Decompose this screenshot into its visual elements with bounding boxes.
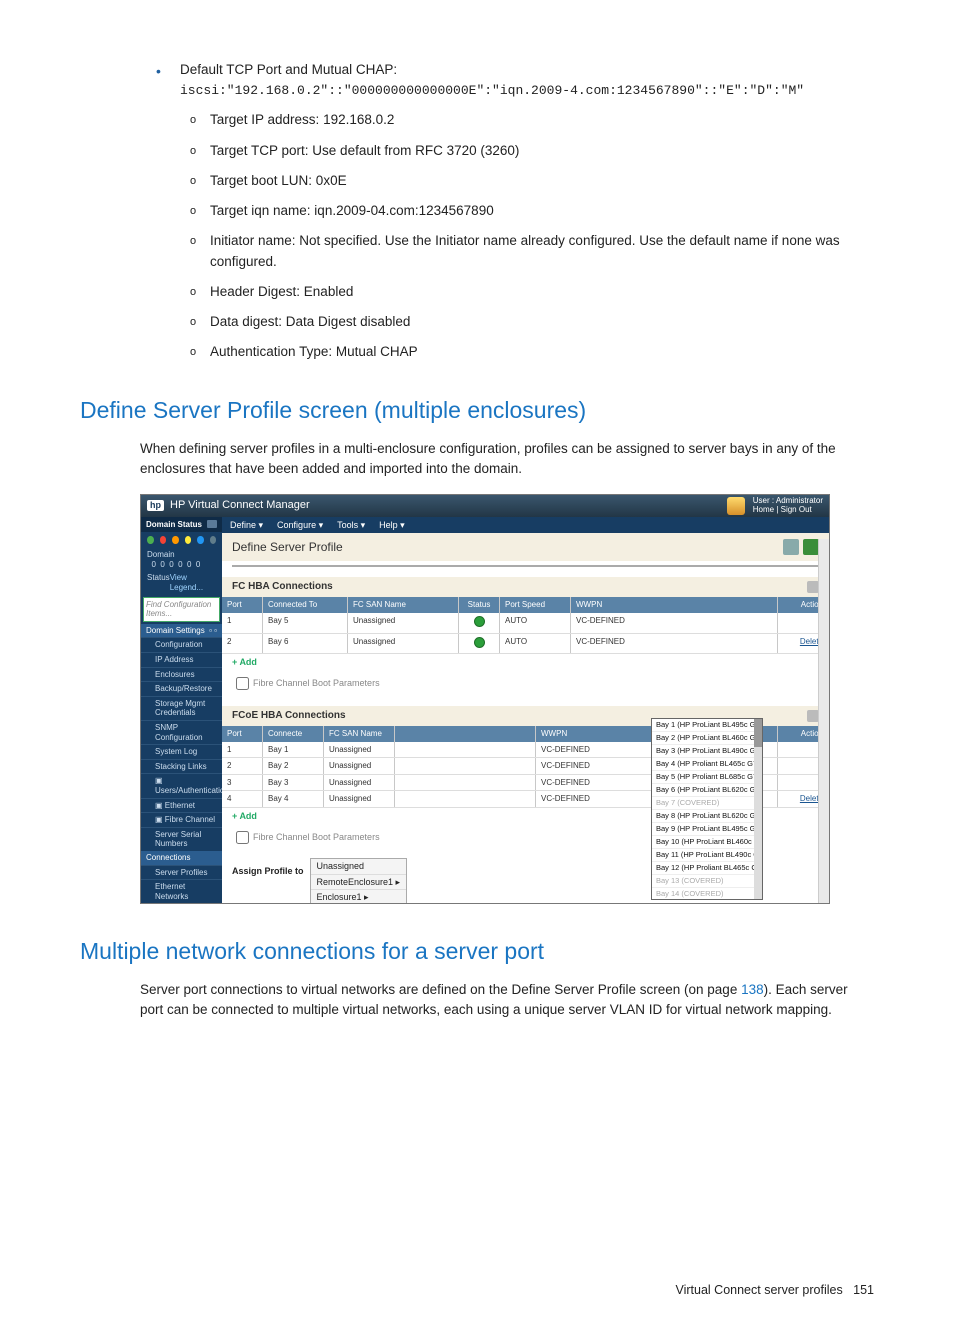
menu-item[interactable]: Tools ▾ [337,520,365,531]
fc-hba-header[interactable]: FC HBA Connections [222,577,829,597]
main-scrollbar[interactable] [818,539,829,903]
view-legend-link[interactable]: View Legend... [170,573,216,592]
status-icons-row [141,532,222,548]
hp-logo-icon: hp [147,500,164,511]
page-title: Define Server Profile [232,540,343,554]
main-content: Define ▾ Configure ▾ Tools ▾ Help ▾ Define … [222,517,829,903]
bay-option[interactable]: Bay 4 (HP Proliant BL465c G7) [652,758,762,771]
bullet-main: Default TCP Port and Mutual CHAP: [140,60,874,80]
sub-bullet: Initiator name: Not specified. Use the I… [180,231,874,272]
bay-option: Bay 13 (COVERED) [652,875,762,888]
sidebar-item[interactable]: Stacking Links [141,759,222,774]
sub-bullet: Data digest: Data Digest disabled [180,312,874,332]
sub-bullet: Target IP address: 192.168.0.2 [180,110,874,130]
fc-hba-table: Port Connected To FC SAN Name Status Por… [222,597,829,696]
page-link-138[interactable]: 138 [741,982,764,997]
sidebar-fibre[interactable]: ▣ Fibre Channel [141,812,222,827]
domain-label: Domain 0 0 0 0 0 0 [141,548,222,571]
bay-option[interactable]: Bay 1 (HP ProLiant BL495c G5) [652,719,762,732]
app-titlebar: hp HP Virtual Connect Manager User : Adm… [141,495,829,517]
sub-bullet: Header Digest: Enabled [180,282,874,302]
print-icon[interactable] [783,539,799,555]
sub-bullet: Authentication Type: Mutual CHAP [180,342,874,362]
bay-option[interactable]: Bay 12 (HP Proliant BL465c G7) [652,862,762,875]
sidebar-item[interactable]: System Log [141,744,222,759]
sidebar-item[interactable]: SNMP Configuration [141,720,222,744]
status-label: StatusView Legend... [141,571,222,594]
sidebar-item[interactable]: Storage Mgmt Credentials [141,696,222,720]
assign-option[interactable]: RemoteEnclosure1 ▸ [311,875,407,891]
menubar[interactable]: Define ▾ Configure ▾ Tools ▾ Help ▾ [222,517,829,534]
paragraph-b: Server port connections to virtual netwo… [140,980,874,1021]
minimize-icon[interactable] [207,520,217,528]
menu-item[interactable]: Help ▾ [379,520,405,531]
page-footer: Virtual Connect server profiles 151 [80,1281,874,1300]
status-ok-icon [474,616,485,627]
profile-name-input[interactable] [232,565,819,567]
bay-option: Bay 7 (COVERED) [652,797,762,810]
bay-option[interactable]: Bay 2 (HP ProLiant BL460c G6) [652,732,762,745]
bay-option[interactable]: Bay 9 (HP ProLiant BL495c G5) [652,823,762,836]
bay-option[interactable]: Bay 3 (HP ProLiant BL490c G7) [652,745,762,758]
bay-option: Bay 14 (COVERED) [652,888,762,900]
menu-item[interactable]: Define ▾ [230,520,263,531]
sidebar-item[interactable]: IP Address [141,652,222,667]
sidebar-users-auth[interactable]: ▣ Users/Authentication [141,773,222,797]
sidebar-connections-header[interactable]: Connections [141,851,222,865]
table-row[interactable]: 1Bay 5UnassignedAUTOVC-DEFINED [222,613,829,634]
search-input[interactable]: Find Configuration Items... [143,597,220,622]
sidebar-serials[interactable]: Server Serial Numbers [141,827,222,851]
sidebar-item[interactable]: Ethernet Networks [141,879,222,903]
bay-option[interactable]: Bay 10 (HP ProLiant BL460c G6) [652,836,762,849]
sidebar-domain-settings-header[interactable]: Domain Settings▫ ▫ [141,624,222,638]
sidebar-item[interactable]: Configuration [141,637,222,652]
assign-option[interactable]: Enclosure1 ▸ [311,890,407,903]
screenshot-vc-manager: hp HP Virtual Connect Manager User : Adm… [140,494,830,904]
paragraph-a: When defining server profiles in a multi… [140,439,874,480]
scrollbar-thumb[interactable] [754,719,762,747]
heading-multiple-network: Multiple network connections for a serve… [80,934,874,969]
sidebar-domain-status-header[interactable]: Domain Status [141,517,222,533]
assign-option[interactable]: Unassigned [311,859,407,875]
menu-item[interactable]: Configure ▾ [277,520,323,531]
heading-define-server-profile: Define Server Profile screen (multiple e… [80,393,874,428]
sidebar: Domain Status Domain 0 0 0 0 0 0 StatusV… [141,517,222,903]
badge-icon [727,497,745,515]
assign-profile-dropdown[interactable]: UnassignedRemoteEnclosure1 ▸Enclosure1 ▸… [310,858,408,904]
help-icon[interactable] [803,539,819,555]
assign-profile-label: Assign Profile to [232,858,304,877]
page-title-bar: Define Server Profile [222,533,829,561]
bay-option[interactable]: Bay 5 (HP Proliant BL685c G7) [652,771,762,784]
bay-option[interactable]: Bay 11 (HP ProLiant BL490c G7) [652,849,762,862]
sidebar-ethernet[interactable]: ▣ Ethernet [141,798,222,813]
bay-option[interactable]: Bay 6 (HP ProLiant BL620c G7) [652,784,762,797]
status-ok-icon [474,637,485,648]
sub-bullet: Target boot LUN: 0x0E [180,171,874,191]
fc-bootparams-check[interactable]: Fibre Channel Boot Parameters [222,671,829,696]
sidebar-item[interactable]: Backup/Restore [141,681,222,696]
code-block: iscsi:"192.168.0.2"::"000000000000000E":… [180,82,874,100]
sub-bullet: Target TCP port: Use default from RFC 37… [180,141,874,161]
bay-selection-dropdown[interactable]: Bay 1 (HP ProLiant BL495c G5)Bay 2 (HP P… [651,718,763,900]
user-block[interactable]: User : Administrator Home | Sign Out [753,497,823,515]
sub-bullet: Target iqn name: iqn.2009-04.com:1234567… [180,201,874,221]
sidebar-item[interactable]: Server Profiles [141,865,222,880]
table-row[interactable]: 2Bay 6UnassignedAUTOVC-DEFINEDDelete [222,634,829,655]
fc-add-button[interactable]: Add [222,654,829,671]
bay-option[interactable]: Bay 8 (HP ProLiant BL620c G7) [652,810,762,823]
app-title: HP Virtual Connect Manager [170,499,310,512]
sidebar-item[interactable]: Enclosures [141,667,222,682]
